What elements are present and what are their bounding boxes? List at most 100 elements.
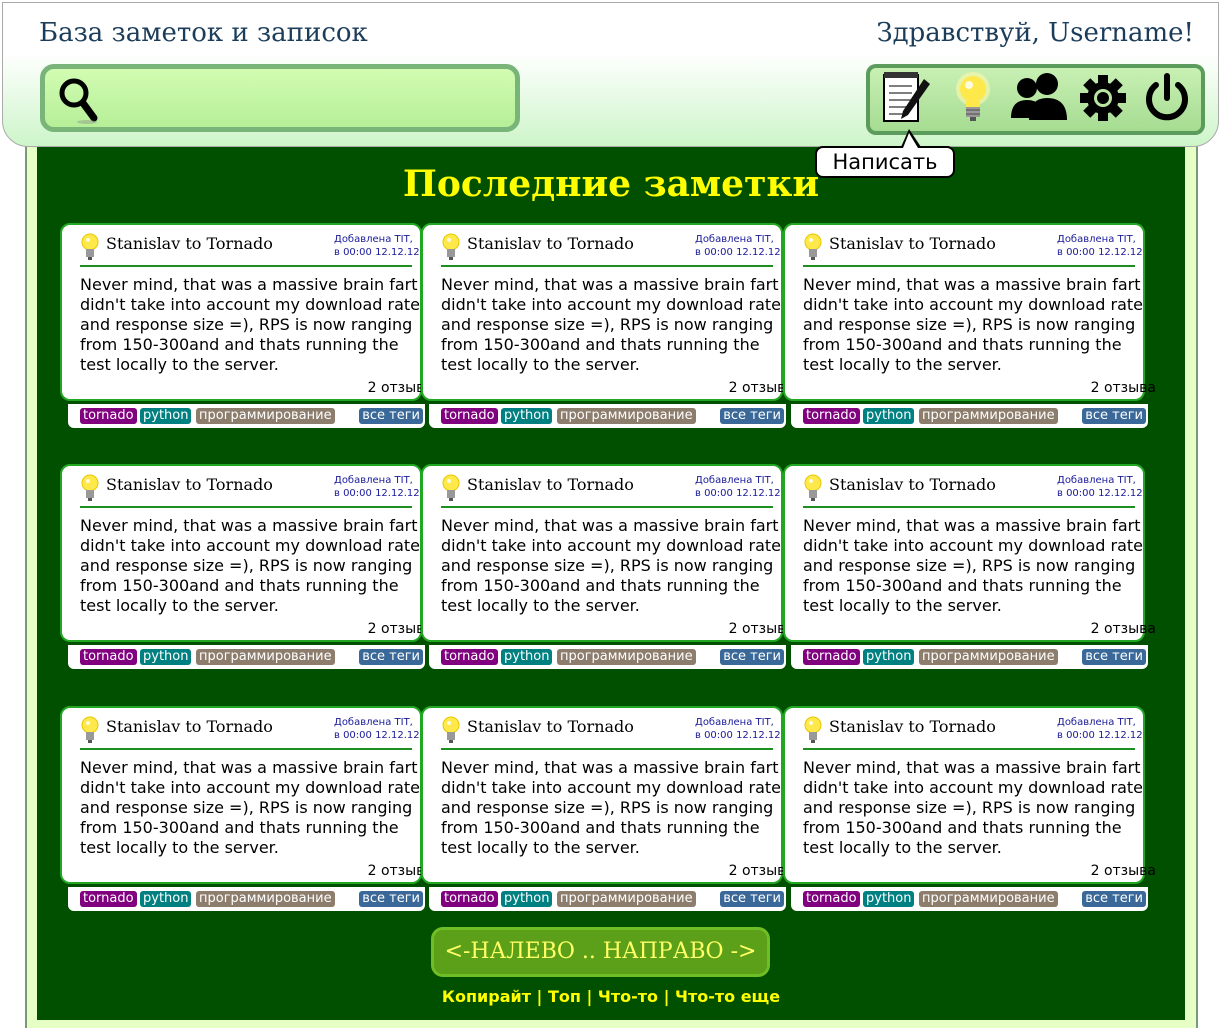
all-tags-link[interactable]: все теги <box>1082 408 1146 424</box>
note-date-line1: Добавлена TIT, <box>695 717 774 728</box>
tag-tornado[interactable]: tornado <box>80 408 137 424</box>
all-tags-link[interactable]: все теги <box>359 649 423 665</box>
all-tags-link[interactable]: все теги <box>359 891 423 907</box>
footer-link-copyright[interactable]: Копирайт <box>442 987 531 1006</box>
tag-python[interactable]: python <box>863 649 915 665</box>
tag-python[interactable]: python <box>863 891 915 907</box>
note-author[interactable]: Stanislav to Tornado <box>467 475 634 494</box>
tag-python[interactable]: python <box>140 649 192 665</box>
note-card[interactable]: Stanislav to Tornado Добавлена TIT, в 00:0… <box>783 223 1156 401</box>
note-date-line2: в 00:00 12.12.12 <box>695 247 781 258</box>
footer: Копирайт | Топ | Что-то | Что-то еще <box>37 987 1185 1006</box>
tag-tornado[interactable]: tornado <box>803 408 860 424</box>
lightbulb-icon <box>803 716 823 748</box>
note-date-line2: в 00:00 12.12.12 <box>334 247 420 258</box>
note-author[interactable]: Stanislav to Tornado <box>467 717 634 736</box>
tag-programming[interactable]: программирование <box>196 408 335 424</box>
users-button[interactable] <box>1010 70 1068 130</box>
tooltip-tail-fill <box>903 133 918 148</box>
tag-python[interactable]: python <box>501 649 553 665</box>
tag-programming[interactable]: программирование <box>919 408 1058 424</box>
note-date-line1: Добавлена TIT, <box>334 475 413 486</box>
search-input[interactable] <box>115 79 499 119</box>
note-date: Добавлена TIT, в 00:00 12.12.12 <box>695 233 781 259</box>
settings-button[interactable] <box>1074 70 1132 130</box>
tag-tornado[interactable]: tornado <box>441 408 498 424</box>
footer-link-top[interactable]: Топ <box>548 987 581 1006</box>
logout-button[interactable] <box>1138 70 1196 130</box>
note-reviews-link[interactable]: 2 отзыва <box>1091 380 1156 396</box>
tag-tornado[interactable]: tornado <box>803 891 860 907</box>
note-date-line2: в 00:00 12.12.12 <box>695 488 781 499</box>
note-text: Never mind, that was a massive brain far… <box>441 758 782 857</box>
note-tags-bar: tornado python программирование все теги <box>68 887 425 911</box>
tag-tornado[interactable]: tornado <box>80 891 137 907</box>
note-card[interactable]: Stanislav to Tornado Добавлена TIT, в 00:0… <box>60 464 433 642</box>
note-card[interactable]: Stanislav to Tornado Добавлена TIT, в 00:0… <box>60 223 433 401</box>
ideas-button[interactable] <box>944 70 1002 130</box>
tag-programming[interactable]: программирование <box>557 891 696 907</box>
all-tags-link[interactable]: все теги <box>1082 649 1146 665</box>
note-author[interactable]: Stanislav to Tornado <box>106 717 273 736</box>
note-card[interactable]: Stanislav to Tornado Добавлена TIT, в 00:0… <box>783 464 1156 642</box>
search-box[interactable] <box>40 64 520 132</box>
note-date-line1: Добавлена TIT, <box>1057 717 1136 728</box>
footer-link-something-else[interactable]: Что-то еще <box>675 987 780 1006</box>
toolbar-inner <box>870 68 1201 131</box>
note-card[interactable]: Stanislav to Tornado Добавлена TIT, в 00:0… <box>421 706 794 884</box>
tag-python[interactable]: python <box>140 891 192 907</box>
tag-tornado[interactable]: tornado <box>80 649 137 665</box>
tag-tornado[interactable]: tornado <box>803 649 860 665</box>
lightbulb-icon <box>441 233 461 265</box>
tag-python[interactable]: python <box>140 408 192 424</box>
note-text: Never mind, that was a massive brain far… <box>803 516 1144 615</box>
tag-tornado[interactable]: tornado <box>441 649 498 665</box>
write-note-button[interactable] <box>876 70 934 130</box>
tag-tornado[interactable]: tornado <box>441 891 498 907</box>
tag-python[interactable]: python <box>501 891 553 907</box>
write-tooltip: Написать <box>815 146 955 178</box>
footer-separator: | <box>580 987 598 1006</box>
note-author[interactable]: Stanislav to Tornado <box>106 234 273 253</box>
tag-python[interactable]: python <box>501 408 553 424</box>
note-reviews-link[interactable]: 2 отзыва <box>1091 863 1156 879</box>
note-date-line2: в 00:00 12.12.12 <box>334 730 420 741</box>
tag-programming[interactable]: программирование <box>919 649 1058 665</box>
all-tags-link[interactable]: все теги <box>1082 891 1146 907</box>
note-author[interactable]: Stanislav to Tornado <box>467 234 634 253</box>
note-tags-bar: tornado python программирование все теги <box>791 887 1148 911</box>
note-divider <box>441 748 773 750</box>
note-author[interactable]: Stanislav to Tornado <box>829 475 996 494</box>
note-date-line2: в 00:00 12.12.12 <box>1057 730 1143 741</box>
tag-programming[interactable]: программирование <box>557 408 696 424</box>
tag-python[interactable]: python <box>863 408 915 424</box>
all-tags-link[interactable]: все теги <box>359 408 423 424</box>
tag-programming[interactable]: программирование <box>196 891 335 907</box>
note-tags-bar: tornado python программирование все теги <box>68 404 425 428</box>
all-tags-link[interactable]: все теги <box>720 649 784 665</box>
note-card[interactable]: Stanislav to Tornado Добавлена TIT, в 00:0… <box>421 464 794 642</box>
tag-programming[interactable]: программирование <box>557 649 696 665</box>
note-author[interactable]: Stanislav to Tornado <box>829 234 996 253</box>
lightbulb-icon <box>441 474 461 506</box>
note-reviews-link[interactable]: 2 отзыва <box>1091 621 1156 637</box>
note-author[interactable]: Stanislav to Tornado <box>829 717 996 736</box>
note-card[interactable]: Stanislav to Tornado Добавлена TIT, в 00:0… <box>60 706 433 884</box>
footer-link-something[interactable]: Что-то <box>598 987 658 1006</box>
note-date: Добавлена TIT, в 00:00 12.12.12 <box>1057 716 1143 742</box>
tag-programming[interactable]: программирование <box>196 649 335 665</box>
tag-programming[interactable]: программирование <box>919 891 1058 907</box>
note-card[interactable]: Stanislav to Tornado Добавлена TIT, в 00:0… <box>783 706 1156 884</box>
note-author[interactable]: Stanislav to Tornado <box>106 475 273 494</box>
search-icon[interactable] <box>57 76 101 124</box>
note-divider <box>803 748 1135 750</box>
note-date: Добавлена TIT, в 00:00 12.12.12 <box>334 716 420 742</box>
note-card[interactable]: Stanislav to Tornado Добавлена TIT, в 00:0… <box>421 223 794 401</box>
toolbar <box>866 64 1205 135</box>
all-tags-link[interactable]: все теги <box>720 891 784 907</box>
header: База заметок и записок Здравствуй, Usern… <box>2 2 1219 147</box>
all-tags-link[interactable]: все теги <box>720 408 784 424</box>
note-tags-bar: tornado python программирование все теги <box>791 404 1148 428</box>
pager-button[interactable]: <-НАЛЕВО .. НАПРАВО -> <box>431 927 770 977</box>
greeting: Здравствуй, Username! <box>876 18 1194 48</box>
